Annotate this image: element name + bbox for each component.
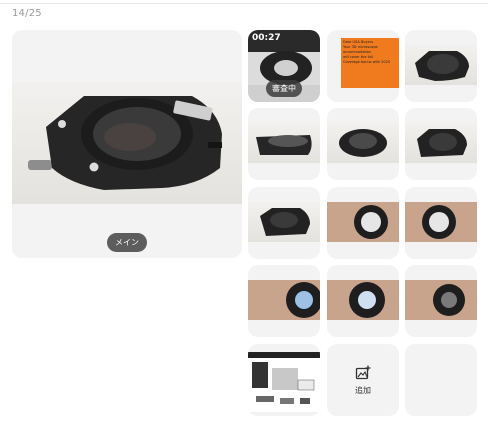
thumbnail[interactable] bbox=[327, 187, 399, 259]
thumbnail[interactable] bbox=[405, 187, 477, 259]
product-photo bbox=[248, 202, 320, 242]
thumbnail[interactable] bbox=[248, 108, 320, 180]
add-label: 追加 bbox=[355, 385, 371, 395]
thumbnail[interactable] bbox=[327, 265, 399, 337]
product-photo bbox=[327, 123, 399, 163]
ad-image-thumbnail[interactable]: Dear USA Buyers Your 3D microscope accom… bbox=[327, 30, 399, 102]
thumbnail[interactable] bbox=[327, 108, 399, 180]
main-image-tile[interactable]: メイン bbox=[12, 30, 242, 258]
hand-photo bbox=[327, 202, 399, 242]
main-product-photo bbox=[12, 82, 242, 204]
review-status-badge: 審査中 bbox=[266, 80, 302, 97]
top-divider bbox=[0, 3, 488, 4]
hand-photo bbox=[405, 202, 477, 242]
product-photo bbox=[248, 123, 320, 163]
product-photo bbox=[405, 45, 477, 85]
hand-photo bbox=[248, 280, 320, 320]
add-image-icon bbox=[355, 365, 371, 381]
thumbnail[interactable] bbox=[405, 30, 477, 102]
ad-line: Your 3D microscope accommodation bbox=[343, 45, 378, 54]
product-photo bbox=[405, 123, 477, 163]
image-counter: 14/25 bbox=[12, 8, 42, 19]
add-image-button[interactable]: 追加 bbox=[327, 344, 399, 416]
thumbnail[interactable] bbox=[248, 344, 320, 416]
ad-image: Dear USA Buyers Your 3D microscope accom… bbox=[327, 30, 399, 102]
empty-slot[interactable] bbox=[405, 344, 477, 416]
thumbnail[interactable] bbox=[248, 265, 320, 337]
hand-photo bbox=[405, 280, 477, 320]
video-thumbnail[interactable]: 00:27 審査中 bbox=[248, 30, 320, 102]
main-badge: メイン bbox=[107, 233, 147, 252]
thumbnail[interactable] bbox=[248, 187, 320, 259]
ad-line: Coverage bonus with 2020 bbox=[343, 60, 391, 64]
package-photo bbox=[248, 352, 320, 412]
thumbnail[interactable] bbox=[405, 265, 477, 337]
thumbnail[interactable] bbox=[405, 108, 477, 180]
video-duration: 00:27 bbox=[252, 33, 281, 43]
hand-photo bbox=[327, 280, 399, 320]
